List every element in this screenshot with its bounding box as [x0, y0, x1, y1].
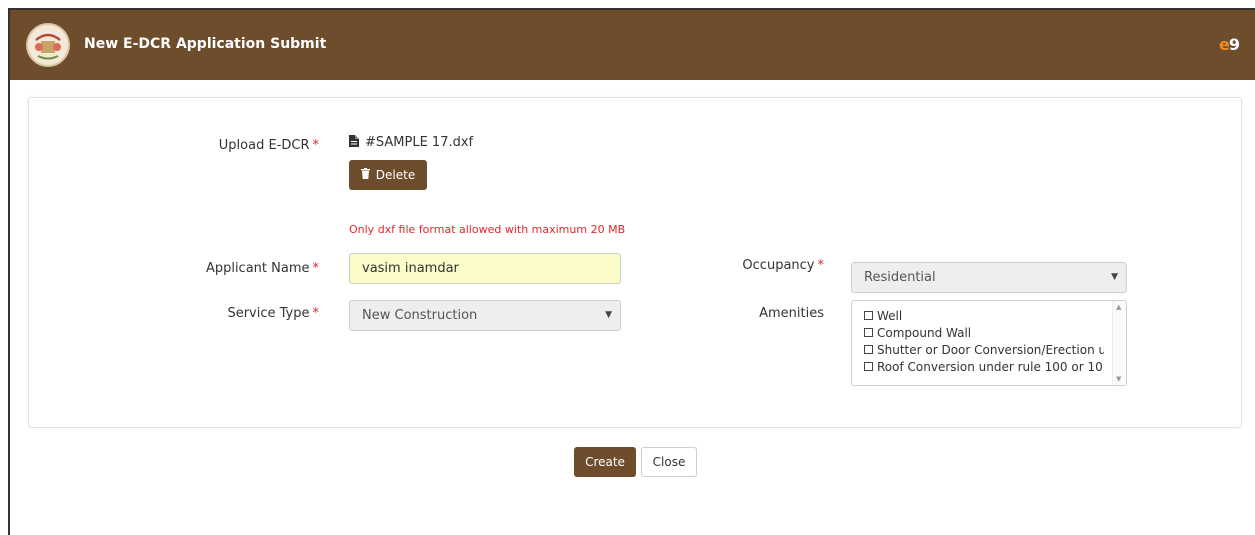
modal-frame: New E-DCR Application Submit e9 Upload E…: [8, 8, 1255, 535]
checkbox-icon[interactable]: [864, 362, 873, 371]
close-button[interactable]: Close: [641, 447, 697, 477]
occupancy-value: Residential: [864, 270, 936, 285]
service-type-label: Service Type *: [227, 306, 319, 321]
trash-icon: [360, 168, 370, 182]
checkbox-icon[interactable]: [864, 328, 873, 337]
uploaded-file: #SAMPLE 17.dxf: [349, 135, 473, 151]
delete-label: Delete: [375, 168, 416, 182]
amenity-option-shutter[interactable]: Shutter or Door Conversion/Erection u: [864, 342, 1104, 359]
service-type-select[interactable]: New Construction ▼: [349, 300, 621, 331]
upload-label: Upload E-DCR *: [218, 138, 319, 153]
amenities-label: Amenities: [759, 306, 824, 321]
amenity-option-roof[interactable]: Roof Conversion under rule 100 or 101: [864, 359, 1104, 376]
modal-header: New E-DCR Application Submit e9: [10, 10, 1255, 80]
amenities-scrollbar[interactable]: ▲ ▼: [1112, 301, 1126, 385]
scroll-down-icon[interactable]: ▼: [1116, 375, 1121, 383]
upload-hint: Only dxf file format allowed with maximu…: [349, 223, 626, 236]
amenity-option-well[interactable]: Well: [864, 308, 1104, 325]
scroll-up-icon[interactable]: ▲: [1116, 303, 1121, 311]
occupancy-label: Occupancy *: [742, 258, 824, 273]
modal-title: New E-DCR Application Submit: [84, 36, 327, 52]
checkbox-icon[interactable]: [864, 311, 873, 320]
dropdown-caret-icon: ▼: [605, 310, 612, 320]
e9-brand-logo: e9: [1219, 35, 1240, 54]
applicant-name-label: Applicant Name *: [205, 261, 319, 276]
municipal-logo: [26, 23, 70, 67]
checkbox-icon[interactable]: [864, 345, 873, 354]
dropdown-caret-icon: ▼: [1111, 272, 1118, 282]
amenities-listbox[interactable]: Well Compound Wall Shutter or Door Conve…: [851, 300, 1127, 386]
amenity-option-compound-wall[interactable]: Compound Wall: [864, 325, 1104, 342]
applicant-name-input[interactable]: vasim inamdar: [349, 253, 621, 284]
delete-file-button[interactable]: Delete: [349, 160, 427, 190]
service-type-value: New Construction: [362, 308, 478, 323]
file-name: #SAMPLE 17.dxf: [365, 135, 474, 150]
file-icon: [349, 135, 359, 151]
occupancy-select[interactable]: Residential ▼: [851, 262, 1127, 293]
form-panel: Upload E-DCR * #SAMPLE 17.dxf Delete Onl…: [28, 97, 1242, 428]
create-button[interactable]: Create: [574, 447, 636, 477]
